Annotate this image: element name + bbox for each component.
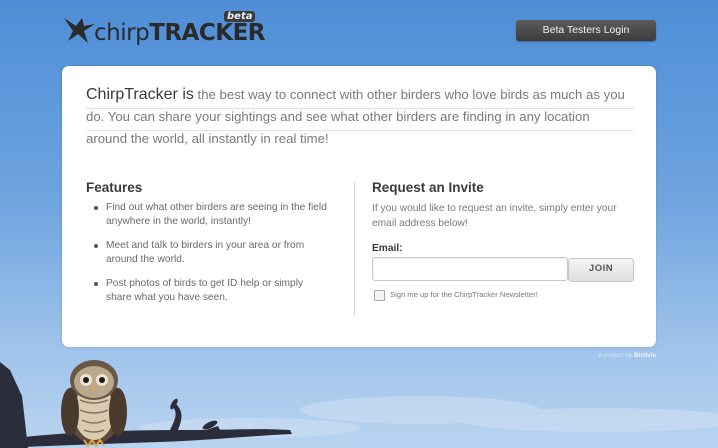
features-list: Find out what other birders are seeing i… bbox=[86, 201, 336, 305]
beta-testers-login-button[interactable]: Beta Testers Login bbox=[516, 20, 656, 41]
intro-divider bbox=[86, 130, 634, 131]
intro-paragraph: ChirpTracker is the best way to connect … bbox=[86, 84, 634, 150]
invite-heading: Request an Invite bbox=[372, 180, 484, 195]
column-divider bbox=[354, 182, 355, 316]
chirptracker-logo[interactable]: chirpTRACKER beta bbox=[62, 11, 265, 48]
bird-silhouette-icon bbox=[64, 18, 95, 43]
intro-divider bbox=[86, 108, 634, 109]
feature-item: Meet and talk to birders in your area or… bbox=[94, 239, 328, 267]
invite-description: If you would like to request an invite, … bbox=[372, 203, 617, 229]
owl-branch-illustration bbox=[0, 360, 718, 448]
site-header: chirpTRACKER beta Beta Testers Login bbox=[0, 0, 718, 60]
features-heading: Features bbox=[86, 180, 143, 195]
beta-badge: beta bbox=[224, 11, 256, 22]
invite-section: Request an Invite If you would like to r… bbox=[372, 180, 636, 301]
owl-icon bbox=[61, 360, 127, 448]
tree-branch bbox=[0, 362, 292, 448]
join-button[interactable]: JOIN bbox=[568, 258, 634, 282]
email-row: JOIN bbox=[372, 257, 636, 283]
features-section: Features Find out what other birders are… bbox=[86, 180, 336, 315]
email-field[interactable] bbox=[372, 257, 568, 281]
intro-brand: ChirpTracker is bbox=[86, 86, 194, 103]
feature-item: Find out what other birders are seeing i… bbox=[94, 202, 327, 227]
email-label: Email: bbox=[372, 243, 403, 254]
logo-wordmark: chirpTRACKER bbox=[94, 20, 265, 46]
